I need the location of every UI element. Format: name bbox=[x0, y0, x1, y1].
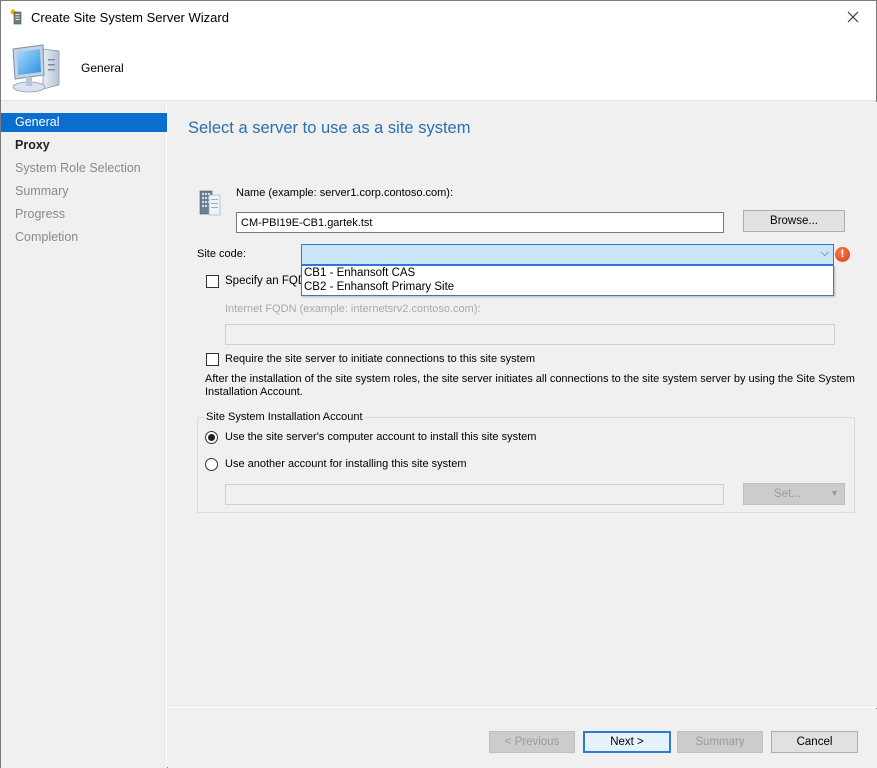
site-code-option[interactable]: CB1 - Enhansoft CAS bbox=[302, 266, 833, 280]
name-label: Name (example: server1.corp.contoso.com)… bbox=[236, 187, 454, 199]
nav-item-system-role-selection[interactable]: System Role Selection bbox=[1, 159, 167, 178]
close-icon bbox=[847, 11, 859, 23]
installation-account-group-label: Site System Installation Account bbox=[204, 411, 365, 423]
computer-icon bbox=[12, 44, 60, 93]
wizard-app-icon bbox=[10, 9, 22, 25]
site-code-label: Site code: bbox=[197, 248, 246, 260]
name-input[interactable] bbox=[236, 212, 724, 233]
nav-item-proxy[interactable]: Proxy bbox=[1, 136, 167, 155]
site-code-option[interactable]: CB2 - Enhansoft Primary Site bbox=[302, 280, 833, 294]
nav-item-general[interactable]: General bbox=[1, 113, 167, 132]
nav-item-completion[interactable]: Completion bbox=[1, 228, 167, 247]
wizard-header: General bbox=[1, 33, 876, 101]
dropdown-arrow-icon: ▼ bbox=[830, 488, 839, 498]
server-icon bbox=[199, 190, 221, 216]
next-button[interactable]: Next > bbox=[583, 731, 671, 753]
error-icon: ! bbox=[835, 247, 850, 262]
close-button[interactable] bbox=[830, 1, 876, 33]
wizard-window: Create Site System Server Wizard General… bbox=[0, 0, 877, 768]
title-bar: Create Site System Server Wizard bbox=[1, 1, 876, 33]
computer-account-label: Use the site server's computer account t… bbox=[225, 431, 537, 443]
summary-button[interactable]: Summary bbox=[677, 731, 763, 753]
account-input[interactable] bbox=[225, 484, 724, 505]
nav-item-progress[interactable]: Progress bbox=[1, 205, 167, 224]
header-title: General bbox=[81, 61, 124, 75]
require-initiate-checkbox[interactable] bbox=[206, 353, 219, 366]
specify-fqdn-checkbox[interactable] bbox=[206, 275, 219, 288]
set-account-label: Set... bbox=[774, 488, 801, 500]
computer-account-radio[interactable] bbox=[205, 431, 218, 444]
previous-button[interactable]: < Previous bbox=[489, 731, 575, 753]
wizard-content: Select a server to use as a site system … bbox=[168, 102, 877, 708]
require-initiate-label: Require the site server to initiate conn… bbox=[225, 353, 535, 365]
internet-fqdn-label: Internet FQDN (example: internetsrv2.con… bbox=[225, 303, 481, 315]
wizard-nav: General Proxy System Role Selection Summ… bbox=[1, 102, 167, 768]
set-account-button[interactable]: Set... ▼ bbox=[743, 483, 845, 505]
require-initiate-description: After the installation of the site syste… bbox=[205, 373, 855, 398]
wizard-footer: < Previous Next > Summary Cancel bbox=[168, 709, 877, 768]
page-title: Select a server to use as a site system bbox=[188, 119, 471, 137]
site-code-dropdown[interactable]: ⌵ bbox=[301, 244, 834, 265]
chevron-down-icon: ⌵ bbox=[820, 247, 829, 259]
site-code-options-list: CB1 - Enhansoft CAS CB2 - Enhansoft Prim… bbox=[301, 265, 834, 296]
internet-fqdn-input[interactable] bbox=[225, 324, 835, 345]
window-title: Create Site System Server Wizard bbox=[31, 10, 229, 25]
another-account-radio[interactable] bbox=[205, 458, 218, 471]
browse-button[interactable]: Browse... bbox=[743, 210, 845, 232]
another-account-label: Use another account for installing this … bbox=[225, 458, 467, 470]
nav-item-summary[interactable]: Summary bbox=[1, 182, 167, 201]
cancel-button[interactable]: Cancel bbox=[771, 731, 858, 753]
